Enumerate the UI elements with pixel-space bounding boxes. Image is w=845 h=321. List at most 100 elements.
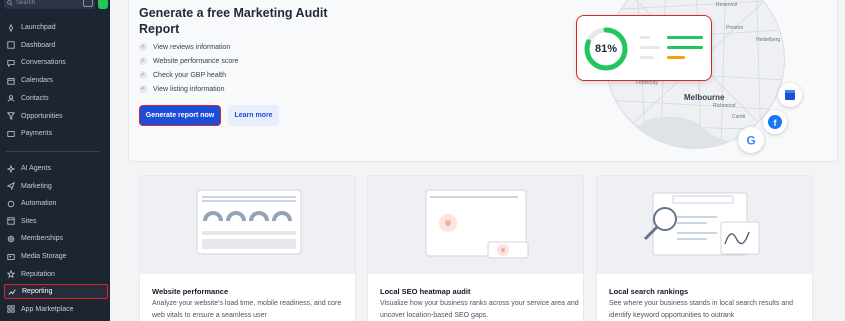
card-title: Website performance <box>152 287 229 296</box>
score-value: 81% <box>594 43 618 55</box>
sidebar-item-label: Calendars <box>21 77 53 85</box>
map-city-label: Melbourne <box>684 93 725 102</box>
learn-more-button[interactable]: Learn more <box>228 105 279 126</box>
checklist-item: ✓ Check your GBP health <box>139 71 227 79</box>
search-input[interactable]: Search <box>4 0 95 9</box>
google-icon: G <box>746 134 755 148</box>
metric-line <box>640 46 660 49</box>
contacts-icon <box>7 95 15 102</box>
sidebar-item-dashboard[interactable]: Dashboard <box>4 38 108 53</box>
sidebar-item-reputation[interactable]: Reputation <box>4 267 108 282</box>
check-icon: ✓ <box>139 43 147 51</box>
sidebar-item-label: Payments <box>21 130 53 138</box>
sidebar-search-row: Search <box>4 0 108 10</box>
local-search-rankings-card[interactable]: Local search rankings See where your bus… <box>596 175 813 321</box>
media-icon <box>7 253 15 260</box>
check-icon: ✓ <box>139 71 147 79</box>
sidebar-item-calendars[interactable]: Calendars <box>4 73 108 88</box>
page-title: Generate a free Marketing Audit Report <box>139 6 328 36</box>
checklist-item: ✓ Website performance score <box>139 57 239 65</box>
sidebar-item-automation[interactable]: Automation <box>4 196 108 211</box>
map-label: Heidelberg <box>756 37 781 43</box>
card-illustration <box>140 176 355 274</box>
gbp-badge <box>778 83 802 107</box>
sidebar-divider <box>6 151 100 152</box>
google-badge: G <box>738 127 764 153</box>
sidebar-item-label: Automation <box>21 200 57 208</box>
map-label: Preston <box>726 25 744 31</box>
filter-icon <box>7 112 15 120</box>
memberships-icon <box>7 235 15 243</box>
send-icon <box>7 182 15 191</box>
search-icon <box>7 0 13 6</box>
sidebar-item-label: Dashboard <box>21 41 56 49</box>
svg-text:G: G <box>746 134 755 148</box>
audit-hero-card: Generate a free Marketing Audit Report ✓… <box>128 0 838 162</box>
heatmap-illustration <box>425 189 529 259</box>
sites-icon <box>7 217 15 225</box>
sidebar-item-marketing[interactable]: Marketing <box>4 179 108 194</box>
card-illustration <box>597 176 812 274</box>
generate-report-button[interactable]: Generate report now <box>139 105 221 126</box>
metric-line <box>640 56 654 59</box>
main-content: Generate a free Marketing Audit Report ✓… <box>110 0 845 321</box>
metric-line <box>667 56 685 59</box>
checklist-item: ✓ View reviews information <box>139 43 231 51</box>
card-title: Local search rankings <box>609 287 689 296</box>
card-description: See where your business stands in local … <box>609 300 794 319</box>
quick-action-button[interactable] <box>98 0 108 9</box>
card-illustration <box>368 176 583 274</box>
chat-icon <box>7 60 15 67</box>
metric-line <box>667 36 703 39</box>
sidebar-item-label: AI Agents <box>21 165 51 172</box>
sidebar-item-label: Memberships <box>21 235 64 243</box>
sidebar-item-label: Media Storage <box>21 253 67 260</box>
sidebar-item-contacts[interactable]: Contacts <box>4 91 108 106</box>
check-icon: ✓ <box>139 85 147 93</box>
card-title: Local SEO heatmap audit <box>380 287 471 296</box>
score-card: 81% <box>576 15 712 81</box>
check-icon: ✓ <box>139 57 147 65</box>
rankings-illustration <box>643 192 760 256</box>
sidebar-item-sites[interactable]: Sites <box>4 214 108 229</box>
payments-icon <box>7 130 15 137</box>
star-icon <box>7 270 15 279</box>
search-placeholder: Search <box>16 0 36 6</box>
sidebar-item-opportunities[interactable]: Opportunities <box>4 109 108 124</box>
sidebar-item-payments[interactable]: Payments <box>4 126 108 141</box>
sidebar-item-conversations[interactable]: Conversations <box>4 55 108 70</box>
sidebar-item-label: Marketing <box>21 182 52 190</box>
rocket-icon <box>8 23 14 32</box>
dashboard-icon <box>7 41 15 49</box>
sidebar-item-label: Sites <box>21 217 37 225</box>
sidebar-item-memberships[interactable]: Memberships <box>4 231 108 246</box>
sidebar-item-reporting[interactable]: Reporting <box>4 284 108 300</box>
sidebar-item-launchpad[interactable]: Launchpad <box>4 20 108 35</box>
sidebar-item-label: Opportunities <box>21 112 63 120</box>
sidebar-item-label: Reputation <box>21 270 55 278</box>
checklist-item: ✓ View listing information <box>139 85 225 93</box>
automation-icon <box>7 200 15 207</box>
sidebar-item-label: Reporting <box>22 288 53 296</box>
feature-checklist: ✓ View reviews information ✓ Website perfo… <box>139 40 238 96</box>
card-description: Visualize how your business ranks across… <box>380 300 579 319</box>
app-window: Search Launchpad Dashboard Conversations Ca… <box>0 0 845 321</box>
sparkle-icon <box>7 164 15 173</box>
map-label: Camb <box>732 114 746 120</box>
local-seo-heatmap-card[interactable]: Local SEO heatmap audit Visualize how yo… <box>367 175 584 321</box>
marketplace-icon <box>7 305 15 313</box>
sidebar-item-ai-agents[interactable]: AI Agents <box>4 161 108 176</box>
google-business-icon <box>785 90 795 100</box>
website-performance-card[interactable]: Website performance Analyze your website… <box>139 175 356 321</box>
card-description: Analyze your website's load time, mobile… <box>152 300 342 319</box>
sidebar-item-label: Launchpad <box>21 24 56 31</box>
metric-line <box>640 36 650 39</box>
sidebar-item-media-storage[interactable]: Media Storage <box>4 249 108 264</box>
metric-line <box>667 46 703 49</box>
trend-icon <box>8 289 16 295</box>
sidebar-item-label: Contacts <box>21 94 49 102</box>
sidebar-item-label: Conversations <box>21 59 66 67</box>
sidebar-item-app-marketplace[interactable]: App Marketplace <box>4 302 108 317</box>
map-label: Reservoir <box>716 2 738 8</box>
calendar-icon <box>7 77 15 85</box>
